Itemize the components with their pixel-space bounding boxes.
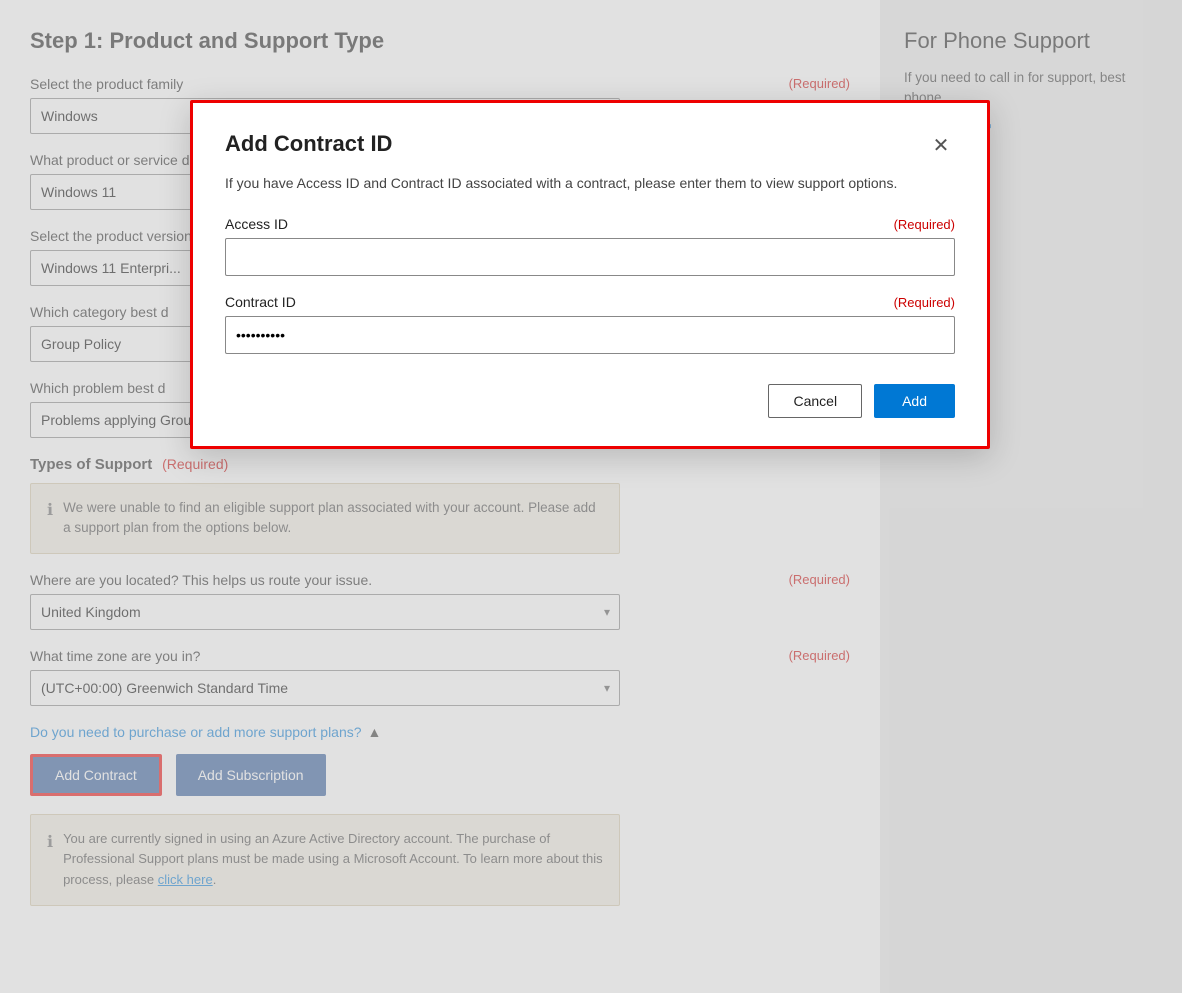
contract-id-required: (Required): [894, 295, 955, 310]
access-id-group: Access ID (Required): [225, 216, 955, 294]
add-contract-id-modal: Add Contract ID ✕ If you have Access ID …: [190, 100, 990, 449]
modal-footer: Cancel Add: [225, 384, 955, 418]
contract-id-group: Contract ID (Required): [225, 294, 955, 372]
modal-header: Add Contract ID ✕: [225, 131, 955, 159]
access-id-required: (Required): [894, 217, 955, 232]
cancel-button[interactable]: Cancel: [768, 384, 862, 418]
modal-description: If you have Access ID and Contract ID as…: [225, 173, 955, 194]
modal-close-button[interactable]: ✕: [927, 131, 955, 159]
access-id-input[interactable]: [225, 238, 955, 276]
access-id-label: Access ID: [225, 216, 288, 232]
modal-title: Add Contract ID: [225, 131, 392, 157]
contract-id-label: Contract ID: [225, 294, 296, 310]
contract-id-input[interactable]: [225, 316, 955, 354]
add-button[interactable]: Add: [874, 384, 955, 418]
